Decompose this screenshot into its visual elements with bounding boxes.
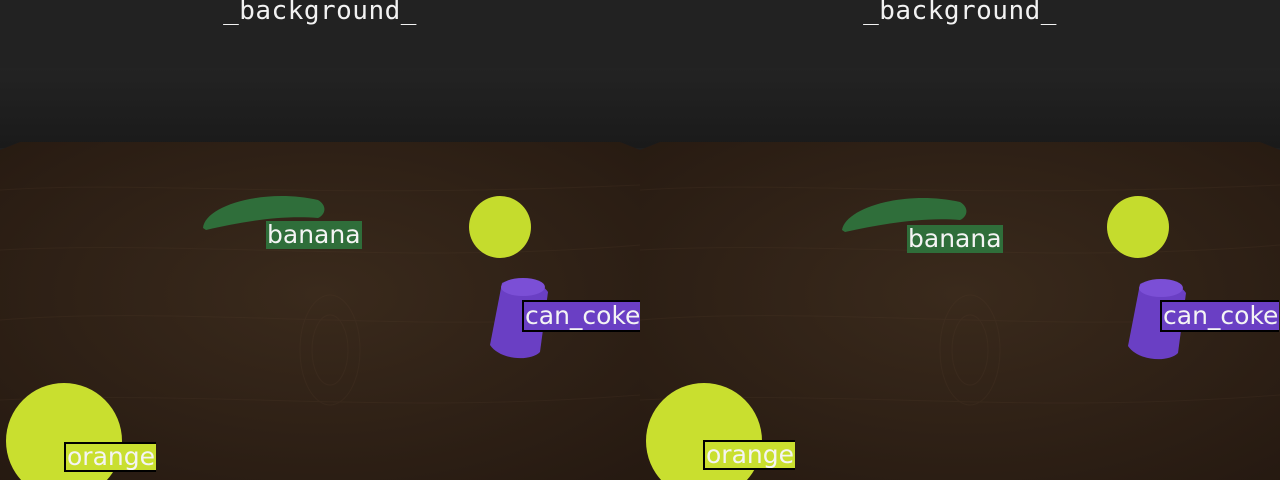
- orange-label: orange: [706, 440, 794, 469]
- orange-label-tag: orange: [703, 440, 795, 470]
- wall: [640, 68, 1280, 148]
- orange-label: orange: [67, 442, 155, 471]
- orange-label-tag: orange: [64, 442, 156, 472]
- banana-label: banana: [267, 220, 361, 249]
- can-label: can_coke: [1163, 301, 1279, 330]
- right-segmentation-panel: _background_ banana can_coke orange: [640, 0, 1280, 480]
- banana-label: banana: [908, 224, 1002, 253]
- can-label-tag: can_coke: [522, 300, 640, 332]
- wall: [0, 68, 640, 148]
- can-label-tag: can_coke: [1160, 300, 1280, 332]
- background-label: _background_: [223, 0, 417, 26]
- left-segmentation-panel: _background_ banana can_coke orange: [0, 0, 640, 480]
- can-label: can_coke: [525, 301, 640, 330]
- lime-mask: [469, 196, 531, 258]
- banana-label-tag: banana: [907, 225, 1003, 253]
- background-label: _background_: [863, 0, 1057, 26]
- lime-mask: [1107, 196, 1169, 258]
- banana-label-tag: banana: [266, 221, 362, 249]
